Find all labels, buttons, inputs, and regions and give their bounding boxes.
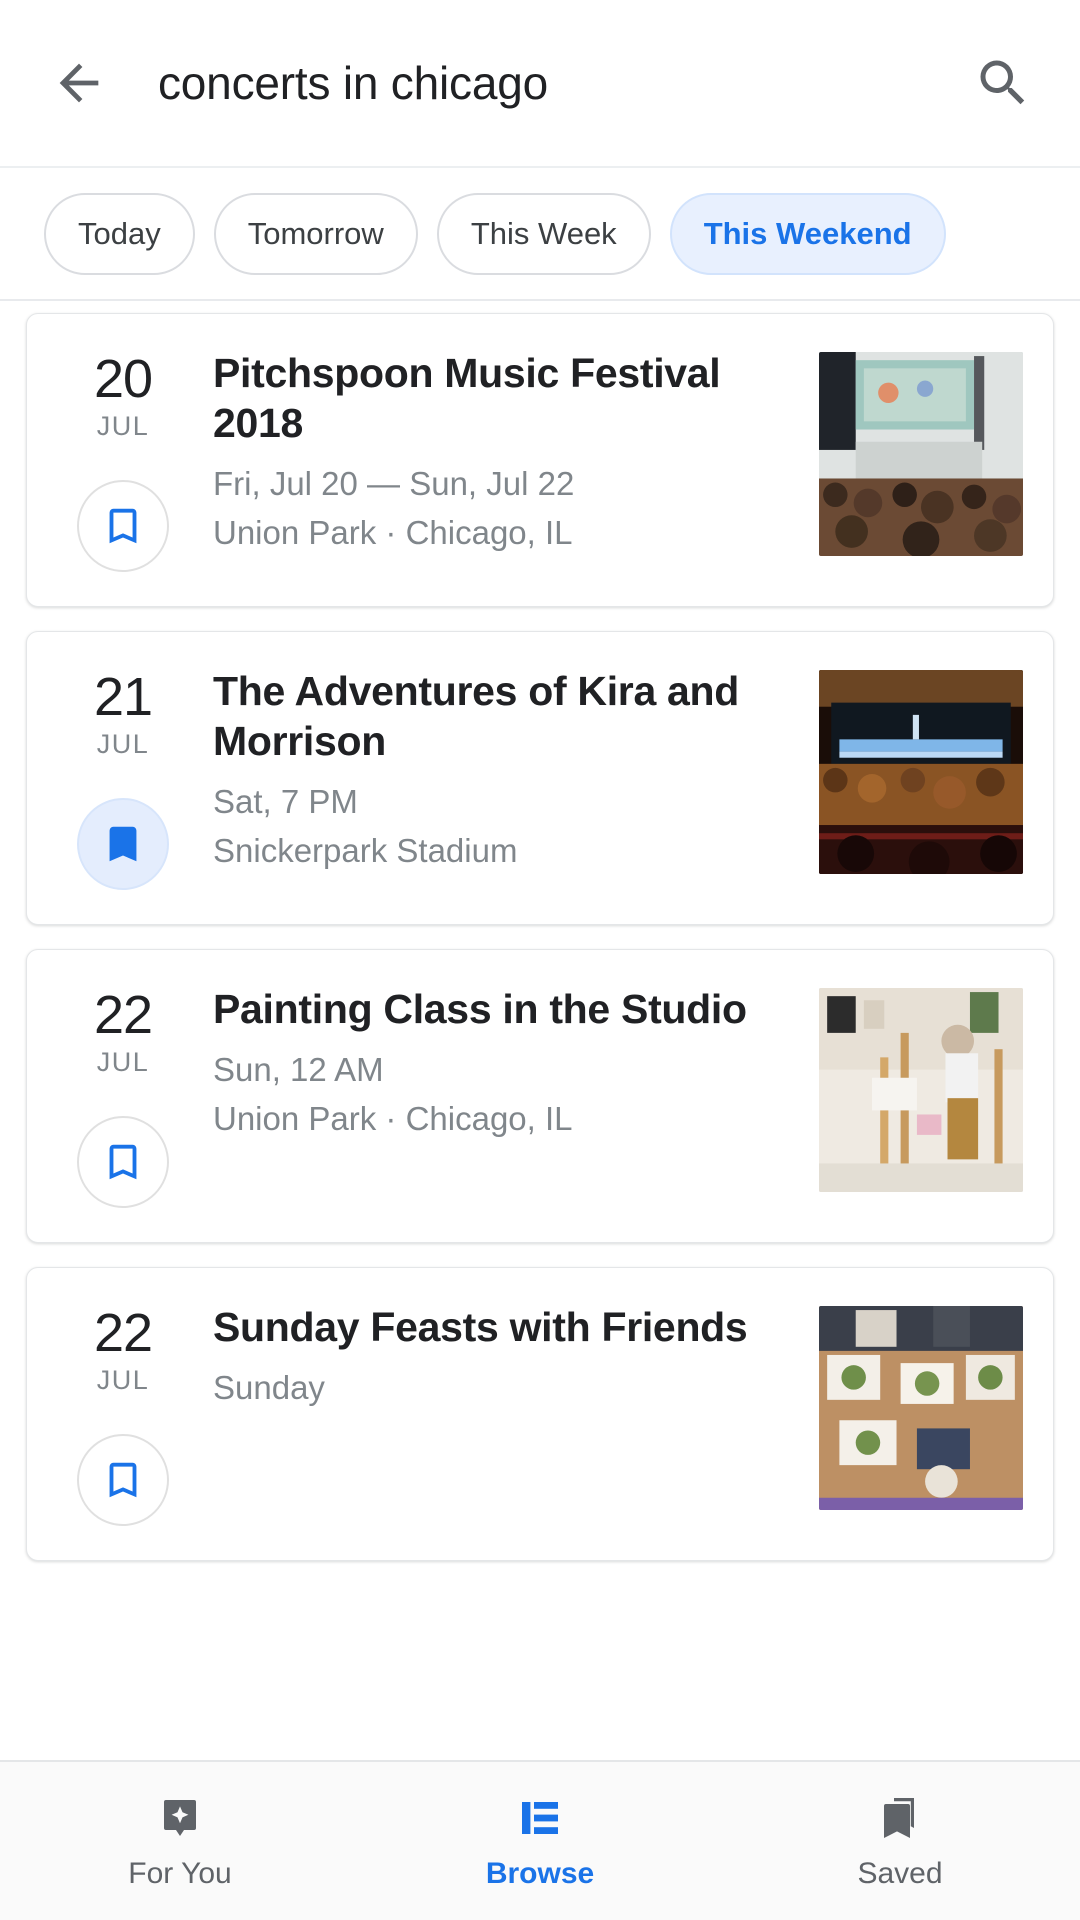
event-time: Sun, 12 AM <box>213 1051 384 1089</box>
nav-item-saved[interactable]: Saved <box>720 1792 1080 1891</box>
event-thumbnail[interactable] <box>819 670 1023 875</box>
filter-chip-this-weekend[interactable]: This Weekend <box>669 192 946 275</box>
event-month: JUL <box>96 411 150 442</box>
event-info: Sunday Feasts with Friends Sunday <box>187 1302 819 1413</box>
filter-chip-this-week[interactable]: This Week <box>436 192 651 275</box>
event-list: 20 JUL Pitchspoon Music Festival 2018 Fr… <box>0 301 1080 1760</box>
filter-chip-today[interactable]: Today <box>44 192 195 275</box>
event-card[interactable]: 22 JUL Painting Class in the Studio Sun,… <box>26 949 1054 1244</box>
event-date-column: 20 JUL <box>59 348 187 573</box>
event-time: Fri, Jul 20 — Sun, Jul 22 <box>213 465 575 503</box>
event-info: Painting Class in the Studio Sun, 12 AM … <box>187 984 819 1144</box>
nav-label: Browse <box>485 1856 595 1890</box>
event-info: Pitchspoon Music Festival 2018 Fri, Jul … <box>187 348 819 558</box>
event-date-column: 22 JUL <box>59 984 187 1209</box>
event-day: 22 <box>93 1303 153 1364</box>
filter-chip-label: This Weekend <box>703 215 912 251</box>
event-title: Painting Class in the Studio <box>213 986 747 1033</box>
event-day: 20 <box>93 349 153 409</box>
filter-chip-row: Today Tomorrow This Week This Weekend <box>0 168 1080 301</box>
event-thumbnail[interactable] <box>819 352 1023 556</box>
event-title: The Adventures of Kira and Morrison <box>213 668 740 765</box>
event-thumbnail[interactable] <box>819 1306 1023 1511</box>
bookmark-outline-icon[interactable] <box>77 1116 169 1209</box>
bookmark-outline-icon[interactable] <box>77 1434 169 1527</box>
event-month: JUL <box>96 729 150 760</box>
event-venue: Snickerpark Stadium <box>213 831 518 869</box>
back-arrow-icon[interactable] <box>50 54 108 112</box>
event-date-column: 21 JUL <box>59 666 187 891</box>
app-screen: concerts in chicago Today Tomorrow This … <box>0 0 1080 1920</box>
saved-bookmarks-icon <box>876 1792 924 1844</box>
event-card[interactable]: 20 JUL Pitchspoon Music Festival 2018 Fr… <box>26 313 1054 608</box>
nav-label: Saved <box>857 1856 943 1890</box>
event-time: Sunday <box>213 1369 325 1407</box>
event-date-column: 22 JUL <box>59 1302 187 1527</box>
event-title: Sunday Feasts with Friends <box>213 1304 748 1351</box>
event-venue: Union Park · Chicago, IL <box>213 1100 573 1137</box>
event-info: The Adventures of Kira and Morrison Sat,… <box>187 666 819 876</box>
bookmark-filled-icon[interactable] <box>77 798 169 891</box>
nav-item-for-you[interactable]: For You <box>0 1792 360 1891</box>
event-month: JUL <box>96 1365 150 1396</box>
list-icon <box>516 1792 564 1844</box>
nav-label: For You <box>128 1856 232 1890</box>
event-title: Pitchspoon Music Festival 2018 <box>213 350 721 447</box>
filter-chip-label: Tomorrow <box>247 215 384 251</box>
filter-chip-tomorrow[interactable]: Tomorrow <box>213 192 418 275</box>
search-bar: concerts in chicago <box>0 0 1080 168</box>
filter-chip-label: Today <box>78 215 161 251</box>
event-time: Sat, 7 PM <box>213 783 358 821</box>
nav-item-browse[interactable]: Browse <box>360 1792 720 1891</box>
event-venue: Union Park · Chicago, IL <box>213 513 573 551</box>
event-thumbnail[interactable] <box>819 988 1023 1193</box>
bottom-navigation: For You Browse Saved <box>0 1760 1080 1920</box>
event-card[interactable]: 22 JUL Sunday Feasts with Friends Sunday <box>26 1267 1054 1562</box>
event-card[interactable]: 21 JUL The Adventures of Kira and Morris… <box>26 631 1054 926</box>
event-month: JUL <box>96 1047 150 1078</box>
event-day: 22 <box>93 985 153 1046</box>
search-input[interactable]: concerts in chicago <box>108 56 972 110</box>
filter-chip-label: This Week <box>470 215 617 251</box>
bookmark-outline-icon[interactable] <box>77 480 169 573</box>
event-day: 21 <box>93 667 153 728</box>
sparkle-bookmark-icon <box>156 1792 204 1844</box>
search-icon[interactable] <box>972 52 1034 114</box>
